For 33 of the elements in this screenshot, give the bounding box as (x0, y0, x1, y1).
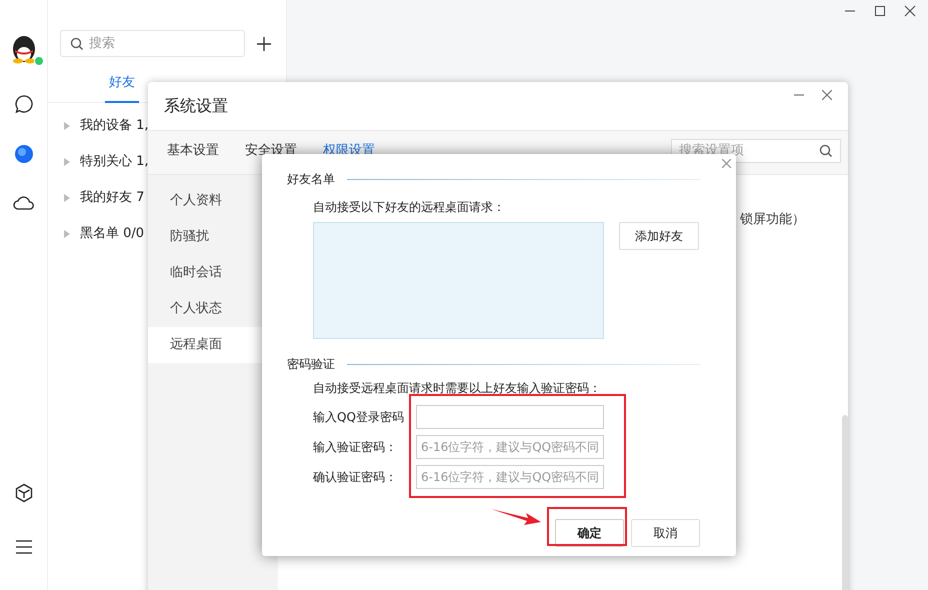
menu-icon[interactable] (14, 540, 32, 554)
friend-group[interactable]: 我的好友 7 (80, 188, 144, 208)
settings-tab[interactable]: 基本设置 (167, 141, 219, 160)
close-icon[interactable] (822, 90, 832, 100)
section-title: 密码验证 (287, 356, 335, 373)
friend-group[interactable]: 黑名单 0/0 (80, 224, 144, 244)
cube-icon[interactable] (14, 483, 34, 503)
chat-bubble-icon[interactable] (14, 94, 34, 114)
confirm-button[interactable]: 确定 (555, 519, 624, 547)
contacts-icon[interactable] (14, 144, 34, 164)
friends-tab[interactable]: 好友 (105, 69, 139, 103)
add-friend-button[interactable]: 添加好友 (619, 222, 699, 250)
section-title: 好友名单 (287, 171, 335, 188)
password-field[interactable] (416, 405, 604, 429)
field-label: 确认验证密码： (313, 469, 398, 486)
cancel-button[interactable]: 取消 (631, 519, 700, 547)
password-field[interactable]: 6-16位字符，建议与QQ密码不同 (416, 435, 604, 459)
add-icon[interactable] (257, 36, 271, 50)
setting-text: 锁屏功能） (740, 211, 805, 229)
search-icon (70, 36, 84, 50)
field-label: 输入验证密码： (313, 439, 398, 456)
section-description: 自动接受以下好友的远程桌面请求： (313, 199, 506, 216)
search-icon (819, 144, 833, 158)
section-description: 自动接受远程桌面请求时需要以上好友输入验证密码： (313, 380, 602, 397)
online-status-icon (34, 56, 44, 66)
password-field[interactable]: 6-16位字符，建议与QQ密码不同 (416, 465, 604, 489)
window-title: 系统设置 (164, 95, 228, 117)
cloud-icon[interactable] (12, 194, 34, 210)
friend-group[interactable]: 我的设备 1, (80, 116, 149, 136)
close-icon[interactable] (904, 5, 916, 17)
field-label: 输入QQ登录密码 (313, 409, 405, 426)
maximize-icon[interactable] (874, 5, 886, 17)
friend-group[interactable]: 特别关心 1, (80, 152, 149, 172)
